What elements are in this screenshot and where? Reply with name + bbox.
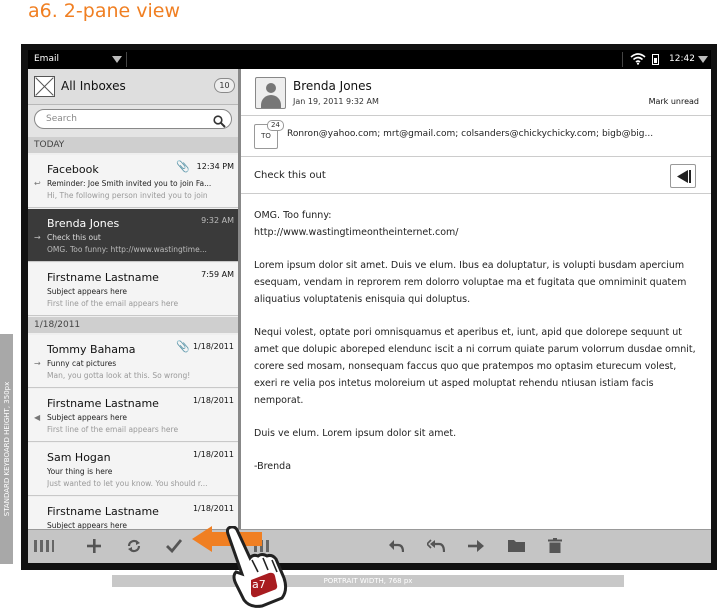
message-date: 12:34 PM xyxy=(196,162,234,171)
flag-button[interactable] xyxy=(670,164,696,188)
divider-line xyxy=(241,156,711,157)
message-status-icon: → xyxy=(34,359,41,368)
battery-icon xyxy=(652,54,659,65)
message-preview: Hi, The following person invited you to … xyxy=(47,191,208,200)
message-date: 1/18/2011 xyxy=(192,396,234,405)
message-list-item[interactable]: → Brenda Jones 9:32 AM Check this out OMG. T… xyxy=(28,209,238,262)
sender-avatar[interactable] xyxy=(255,77,286,109)
body-paragraph: Lorem ipsum dolor sit amet. Duis ve elum… xyxy=(254,260,687,305)
message-status-icon: → xyxy=(34,233,41,242)
page-heading: a6. 2-pane view xyxy=(28,0,180,22)
unread-count-badge: 10 xyxy=(214,78,235,93)
status-separator xyxy=(622,52,623,67)
reader-date: Jan 19, 2011 9:32 AM xyxy=(293,97,379,106)
message-sender: Brenda Jones xyxy=(47,217,120,230)
recipient-count-badge: 24 xyxy=(267,120,284,131)
message-list-item[interactable]: Firstname Lastname 1/18/2011 Subject appea… xyxy=(28,497,238,529)
message-list-item[interactable]: Sam Hogan 1/18/2011 Your thing is here Just… xyxy=(28,443,238,496)
message-list-item[interactable]: Firstname Lastname 7:59 AM Subject appears… xyxy=(28,263,238,316)
avatar-body-icon xyxy=(261,95,281,108)
keyboard-height-label: STANDARD KEYBOARD HEIGHT, 350px xyxy=(3,381,11,517)
body-paragraph: Duis ve elum. Lorem ipsum dolor sit amet… xyxy=(254,428,457,439)
touch-hand-icon xyxy=(225,526,288,608)
message-subject: Funny cat pictures xyxy=(47,359,117,368)
message-status-icon: ↩ xyxy=(34,179,41,188)
reading-pane: Brenda Jones Jan 19, 2011 9:32 AM Mark u… xyxy=(241,69,711,529)
status-menu-dropdown-icon[interactable] xyxy=(698,56,708,63)
keyboard-height-annotation: STANDARD KEYBOARD HEIGHT, 350px xyxy=(0,334,13,564)
message-preview: Just wanted to let you know. You should … xyxy=(47,479,208,488)
message-subject: Subject appears here xyxy=(47,413,128,422)
reader-sender[interactable]: Brenda Jones xyxy=(293,79,372,93)
message-subject: Check this out xyxy=(47,233,101,242)
hand-callout-label: a7 xyxy=(252,578,266,591)
search-area: Search xyxy=(28,105,238,137)
message-preview: Man, you gotta look at this. So wrong! xyxy=(47,371,191,380)
status-separator xyxy=(126,52,127,67)
message-list-item[interactable]: ◀ Firstname Lastname 1/18/2011 Subject appe… xyxy=(28,389,238,442)
section-header-date: 1/18/2011 xyxy=(28,317,238,333)
message-preview: OMG. Too funny: http://www.wastingtime..… xyxy=(47,245,207,254)
body-paragraph: OMG. Too funny: http://www.wastingtimeon… xyxy=(254,210,459,238)
message-date: 1/18/2011 xyxy=(192,450,234,459)
body-paragraph: Nequi volest, optate pori omnisquamus et… xyxy=(254,327,696,406)
flag-icon xyxy=(677,170,691,183)
inbox-header[interactable]: All Inboxes 10 xyxy=(28,69,238,105)
reply-icon[interactable] xyxy=(384,534,408,558)
wifi-icon xyxy=(630,52,646,68)
divider-line xyxy=(241,115,711,116)
refresh-icon[interactable] xyxy=(122,534,146,558)
divider-line xyxy=(241,193,711,194)
grip-icon[interactable] xyxy=(34,540,54,554)
avatar-head-icon xyxy=(266,83,276,93)
message-subject: Reminder: Joe Smith invited you to join … xyxy=(47,179,212,188)
message-body: OMG. Too funny: http://www.wastingtimeon… xyxy=(254,207,701,491)
trash-icon[interactable] xyxy=(543,534,567,558)
clock-time: 12:42 xyxy=(669,54,695,64)
inbox-image-placeholder-icon xyxy=(34,76,55,97)
add-icon[interactable] xyxy=(82,534,106,558)
message-sender: Sam Hogan xyxy=(47,451,111,464)
search-icon[interactable] xyxy=(213,113,226,128)
bottom-toolbar xyxy=(28,529,711,563)
to-recipients-list[interactable]: Ronron@yahoo.com; mrt@gmail.com; colsand… xyxy=(287,129,653,139)
message-date: 1/18/2011 xyxy=(192,342,234,351)
message-subject: Subject appears here xyxy=(47,287,128,296)
message-preview: First line of the email appears here xyxy=(47,299,179,308)
message-sender: Facebook xyxy=(47,163,99,176)
app-menu-dropdown-icon[interactable] xyxy=(112,56,122,63)
attachment-icon: 📎 xyxy=(176,160,190,173)
message-date: 9:32 AM xyxy=(201,216,234,225)
search-placeholder: Search xyxy=(46,114,77,124)
folder-icon[interactable] xyxy=(504,534,528,558)
body-signature: -Brenda xyxy=(254,461,292,472)
message-date: 1/18/2011 xyxy=(192,504,234,513)
search-input[interactable]: Search xyxy=(34,109,232,129)
message-status-icon: ◀ xyxy=(34,413,41,422)
message-sender: Firstname Lastname xyxy=(47,271,159,284)
status-icons: 12:42 xyxy=(628,52,711,67)
inbox-title: All Inboxes xyxy=(61,79,126,93)
reply-all-icon[interactable] xyxy=(424,534,448,558)
message-list-item[interactable]: → Tommy Bahama 📎 1/18/2011 Funny cat picture… xyxy=(28,335,238,388)
portrait-width-annotation: PORTRAIT WIDTH, 768 px xyxy=(112,575,624,587)
app-name[interactable]: Email xyxy=(34,54,59,64)
message-sender: Firstname Lastname xyxy=(47,397,159,410)
message-subject: Your thing is here xyxy=(47,467,113,476)
message-list-pane: All Inboxes 10 Search TODAY ↩ Facebook 📎 12… xyxy=(28,69,238,529)
section-header-today: TODAY xyxy=(28,137,238,153)
checkmark-icon[interactable] xyxy=(162,534,186,558)
status-bar: Email 12:42 xyxy=(28,50,711,69)
message-preview: First line of the email appears here xyxy=(47,425,179,434)
message-date: 7:59 AM xyxy=(201,270,234,279)
reader-subject: Check this out xyxy=(254,170,326,181)
forward-icon[interactable] xyxy=(464,534,488,558)
mark-unread-button[interactable]: Mark unread xyxy=(649,97,699,106)
message-list-item[interactable]: ↩ Facebook 📎 12:34 PM Reminder: Joe Smith in… xyxy=(28,155,238,208)
message-sender: Tommy Bahama xyxy=(47,343,136,356)
attachment-icon: 📎 xyxy=(176,340,190,353)
message-sender: Firstname Lastname xyxy=(47,505,159,518)
